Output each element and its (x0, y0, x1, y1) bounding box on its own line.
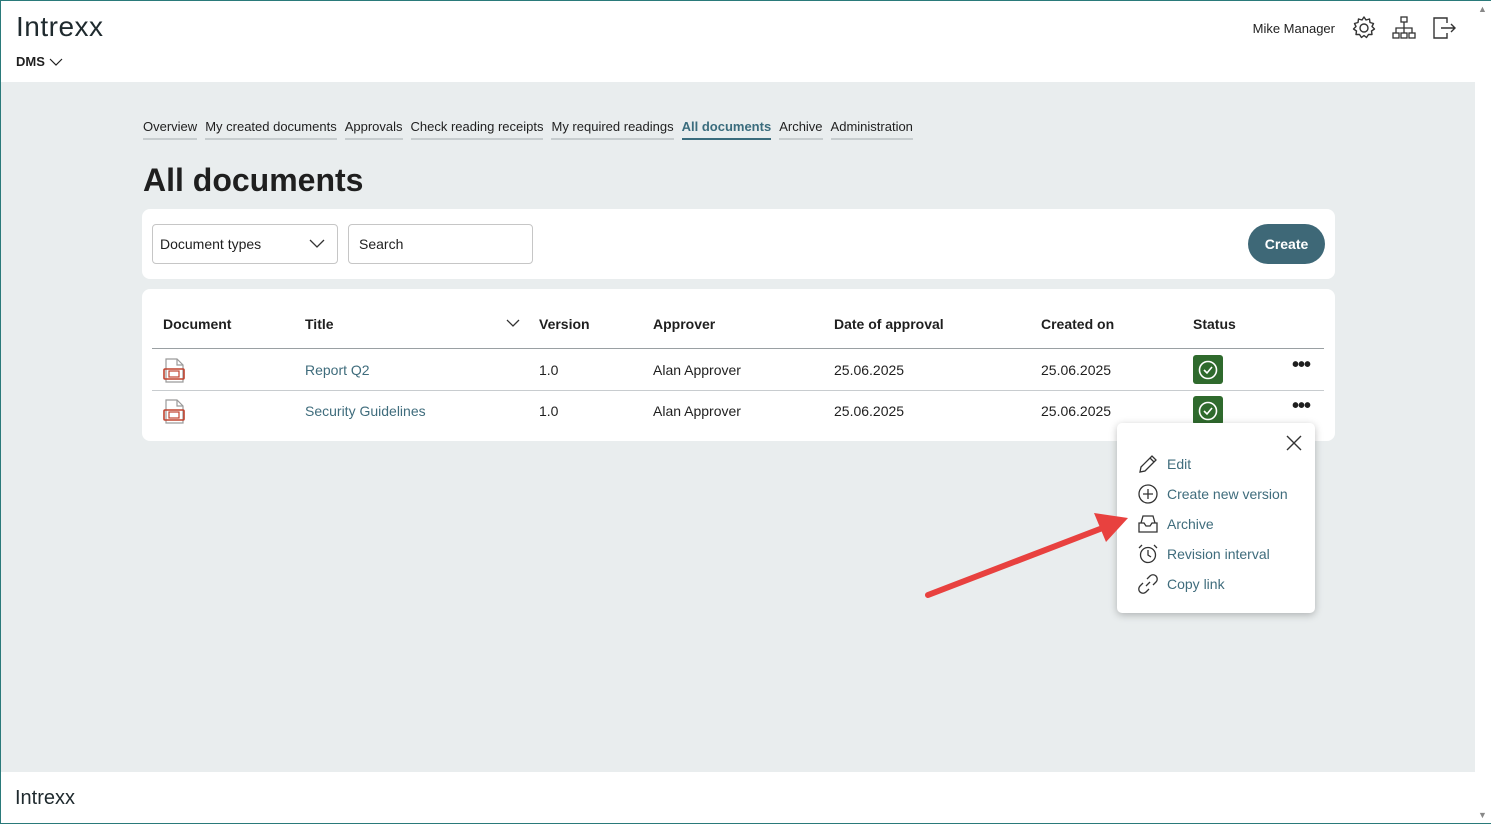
create-button[interactable]: Create (1248, 224, 1325, 264)
document-types-select[interactable]: Document types (152, 224, 338, 264)
page-title: All documents (143, 162, 364, 198)
close-icon[interactable] (1285, 434, 1303, 452)
scroll-down-icon[interactable]: ▼ (1478, 810, 1487, 820)
search-input[interactable] (348, 224, 533, 264)
alarm-clock-icon (1138, 544, 1158, 564)
pencil-icon (1139, 455, 1157, 473)
app-switcher[interactable]: DMS (16, 54, 63, 69)
menu-item-edit[interactable]: Edit (1137, 453, 1191, 475)
tab-administration[interactable]: Administration (830, 119, 913, 140)
page-scrollbar[interactable]: ▲ ▼ (1475, 1, 1491, 823)
tab-all-documents[interactable]: All documents (681, 119, 772, 140)
app-header: Intrexx DMS Mike Manager (1, 1, 1475, 82)
document-version: 1.0 (539, 403, 559, 419)
document-title-link[interactable]: Report Q2 (305, 362, 370, 378)
document-created-on: 25.06.2025 (1041, 362, 1112, 378)
scroll-up-icon[interactable]: ▲ (1478, 4, 1487, 14)
tab-archive[interactable]: Archive (779, 119, 823, 140)
sitemap-icon[interactable] (1391, 15, 1417, 41)
document-types-label: Document types (160, 236, 262, 252)
more-actions-button[interactable]: ••• (1292, 395, 1311, 418)
footer-intrexx-logo: Intrexx (15, 787, 76, 809)
status-approved-badge (1193, 396, 1223, 425)
pdf-document-icon[interactable] (163, 358, 185, 383)
status-approved-badge (1193, 355, 1223, 384)
tab-check-reading-receipts[interactable]: Check reading receipts (410, 119, 544, 140)
document-created-on: 25.06.2025 (1041, 403, 1112, 419)
table-row: Report Q2 1.0 Alan Approver 25.06.2025 2… (152, 350, 1324, 391)
check-circle-icon (1198, 360, 1218, 379)
plus-circle-icon (1138, 484, 1158, 504)
tab-overview[interactable]: Overview (143, 119, 198, 140)
tab-my-created-documents[interactable]: My created documents (205, 119, 337, 140)
menu-item-revision-interval[interactable]: Revision interval (1137, 543, 1270, 565)
tab-bar: Overview My created documents Approvals … (143, 119, 913, 140)
column-header-title[interactable]: Title (305, 316, 334, 332)
column-header-version: Version (539, 316, 590, 332)
chevron-down-icon (309, 239, 325, 248)
row-context-menu: Edit Create new version Archive Revision… (1117, 423, 1315, 613)
document-date-of-approval: 25.06.2025 (834, 403, 905, 419)
column-header-document: Document (163, 316, 232, 332)
filter-bar: Document types Create (142, 209, 1335, 279)
link-icon (1138, 574, 1158, 594)
table-header: Document Title Version Approver Date of … (152, 289, 1324, 349)
check-circle-icon (1198, 401, 1218, 420)
document-approver: Alan Approver (653, 362, 741, 378)
column-header-date-of-approval: Date of approval (834, 316, 944, 332)
gear-icon[interactable] (1351, 15, 1377, 41)
menu-item-label: Archive (1167, 516, 1214, 532)
user-name[interactable]: Mike Manager (1253, 21, 1335, 36)
documents-table: Document Title Version Approver Date of … (142, 289, 1335, 441)
pdf-document-icon[interactable] (163, 399, 185, 424)
more-actions-button[interactable]: ••• (1292, 354, 1311, 377)
app-footer: Intrexx (1, 772, 1475, 823)
app-switcher-label: DMS (16, 54, 45, 69)
document-date-of-approval: 25.06.2025 (834, 362, 905, 378)
document-title-link[interactable]: Security Guidelines (305, 403, 426, 419)
column-header-status: Status (1193, 316, 1236, 332)
column-header-created-on: Created on (1041, 316, 1115, 332)
intrexx-logo[interactable]: Intrexx (16, 11, 104, 43)
chevron-down-icon (49, 58, 63, 66)
user-area: Mike Manager (1253, 15, 1457, 41)
sort-chevron-icon[interactable] (506, 318, 520, 328)
column-header-approver: Approver (653, 316, 716, 332)
menu-item-copy-link[interactable]: Copy link (1137, 573, 1225, 595)
tab-approvals[interactable]: Approvals (344, 119, 403, 140)
document-version: 1.0 (539, 362, 559, 378)
menu-item-label: Create new version (1167, 486, 1288, 502)
logout-icon[interactable] (1431, 15, 1457, 41)
tab-my-required-readings[interactable]: My required readings (551, 119, 674, 140)
document-approver: Alan Approver (653, 403, 741, 419)
menu-item-label: Revision interval (1167, 546, 1270, 562)
menu-item-create-new-version[interactable]: Create new version (1137, 483, 1288, 505)
main-content: Overview My created documents Approvals … (1, 82, 1475, 772)
menu-item-archive[interactable]: Archive (1137, 513, 1214, 535)
menu-item-label: Copy link (1167, 576, 1225, 592)
menu-item-label: Edit (1167, 456, 1192, 472)
archive-icon (1138, 515, 1158, 533)
